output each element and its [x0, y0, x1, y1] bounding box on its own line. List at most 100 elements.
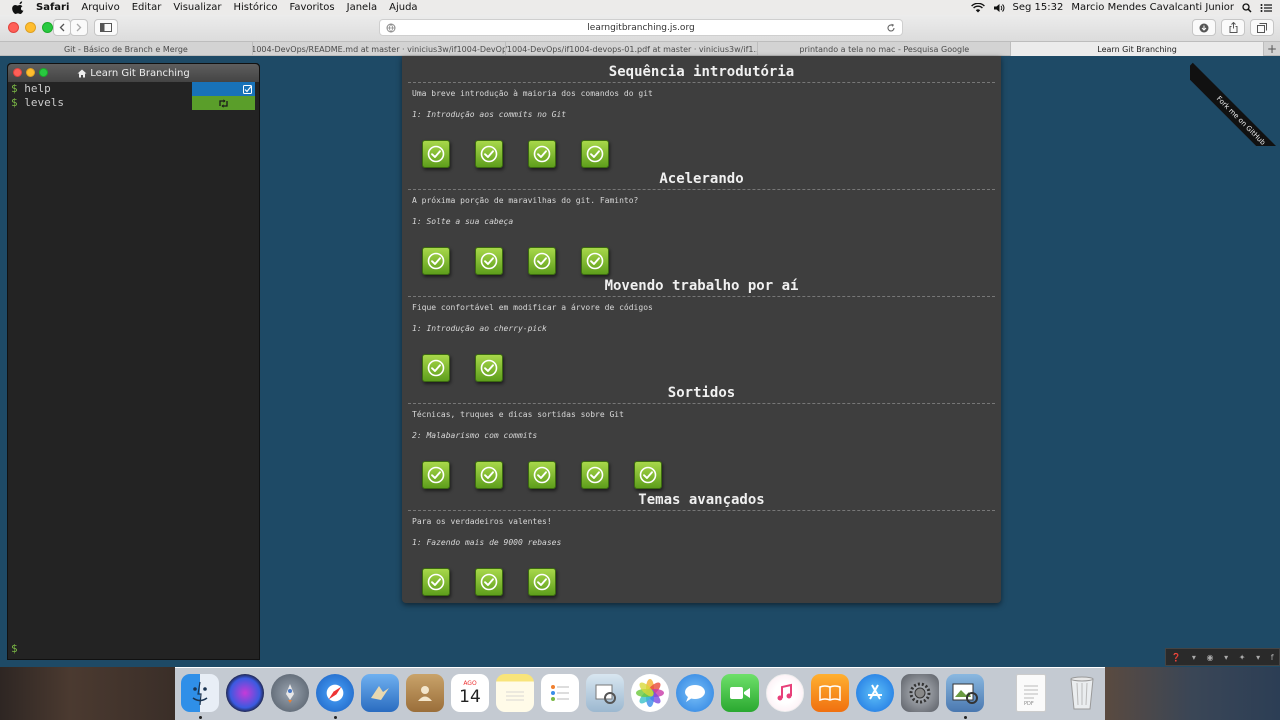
notification-center-icon[interactable]	[1260, 3, 1272, 13]
tab-readme[interactable]: if1004-DevOps/README.md at master · vini…	[253, 42, 506, 56]
spotlight-icon[interactable]	[1242, 2, 1252, 13]
level-button-completed[interactable]	[581, 140, 609, 168]
sequence-description: Para os verdadeiros valentes!	[412, 517, 552, 526]
launchpad-icon[interactable]	[271, 674, 309, 712]
clock[interactable]: Seg 15:32	[1013, 2, 1064, 13]
preview-icon[interactable]	[586, 674, 624, 712]
twitter-icon[interactable]: ✦	[1239, 653, 1246, 662]
level-button-completed[interactable]	[475, 140, 503, 168]
check-circle-icon	[533, 466, 551, 484]
level-button-completed[interactable]	[528, 140, 556, 168]
level-button-completed[interactable]	[422, 461, 450, 489]
calendar-day: 14	[459, 687, 481, 707]
running-indicator	[334, 716, 337, 719]
tab-google-search[interactable]: printando a tela no mac - Pesquisa Googl…	[758, 42, 1012, 56]
apple-icon[interactable]	[12, 0, 26, 15]
level-button-completed[interactable]	[422, 140, 450, 168]
reminders-icon[interactable]	[541, 674, 579, 712]
menu-favoritos[interactable]: Favoritos	[290, 2, 335, 13]
level-sequence: Temas avançados Para os verdadeiros valen…	[402, 489, 1001, 596]
notes-icon[interactable]	[496, 674, 534, 712]
wifi-icon[interactable]	[970, 2, 985, 13]
photo-viewer-icon[interactable]	[946, 674, 984, 712]
help-icon[interactable]: ❓	[1171, 653, 1181, 662]
level-button-completed[interactable]	[475, 461, 503, 489]
terminal-maximize-button[interactable]	[39, 68, 48, 77]
level-buttons	[422, 140, 609, 168]
level-button-completed[interactable]	[528, 568, 556, 596]
document-icon[interactable]: PDF	[1016, 674, 1046, 712]
level-button-completed[interactable]	[475, 247, 503, 275]
terminal-input-prompt[interactable]: $	[11, 642, 18, 655]
globe-icon[interactable]: ◉	[1207, 653, 1214, 662]
mail-icon[interactable]	[361, 674, 399, 712]
ibooks-icon[interactable]	[811, 674, 849, 712]
level-button-completed[interactable]	[422, 354, 450, 382]
tab-git-branch-merge[interactable]: Git - Básico de Branch e Merge	[0, 42, 253, 56]
minimize-window-button[interactable]	[25, 22, 36, 33]
level-button-completed[interactable]	[634, 461, 662, 489]
home-icon	[77, 69, 87, 77]
level-buttons	[422, 354, 503, 382]
fullscreen-window-button[interactable]	[42, 22, 53, 33]
sidebar-button[interactable]	[94, 19, 118, 36]
command-status-badge	[192, 82, 255, 96]
ribbon-label[interactable]: Fork me on GitHub	[1190, 62, 1280, 146]
back-button[interactable]	[53, 19, 71, 36]
menu-arquivo[interactable]: Arquivo	[81, 2, 119, 13]
user-name[interactable]: Marcio Mendes Cavalcanti Junior	[1071, 2, 1234, 13]
menu-ajuda[interactable]: Ajuda	[389, 2, 417, 13]
chevron-down-icon: ▾	[1256, 652, 1261, 662]
level-button-completed[interactable]	[581, 247, 609, 275]
check-circle-icon	[427, 573, 445, 591]
siri-icon[interactable]	[226, 674, 264, 712]
github-ribbon[interactable]: Fork me on GitHub	[1190, 56, 1280, 146]
tab-devops-pdf[interactable]: if1004-DevOps/if1004-devops-01.pdf at ma…	[506, 42, 759, 56]
chevron-down-icon: ▾	[1224, 652, 1229, 662]
facetime-icon[interactable]	[721, 674, 759, 712]
terminal-command-help[interactable]: $ help	[8, 82, 259, 96]
new-tab-button[interactable]: +	[1264, 42, 1280, 56]
sequence-description: Uma breve introdução à maioria dos coman…	[412, 89, 653, 98]
forward-button[interactable]	[70, 19, 88, 36]
terminal-minimize-button[interactable]	[26, 68, 35, 77]
terminal-command-levels[interactable]: $ levels	[8, 96, 259, 110]
level-button-completed[interactable]	[528, 247, 556, 275]
command-text: levels	[24, 96, 64, 109]
finder-icon[interactable]	[181, 674, 219, 712]
level-button-completed[interactable]	[581, 461, 609, 489]
facebook-icon[interactable]: f	[1271, 653, 1274, 662]
calendar-icon[interactable]: AGO 14	[451, 674, 489, 712]
messages-icon[interactable]	[676, 674, 714, 712]
level-button-completed[interactable]	[422, 568, 450, 596]
command-text: help	[24, 82, 51, 95]
tab-learn-git-branching[interactable]: Learn Git Branching	[1011, 42, 1264, 56]
terminal-close-button[interactable]	[13, 68, 22, 77]
itunes-icon[interactable]	[766, 674, 804, 712]
volume-icon[interactable]	[993, 3, 1005, 13]
system-preferences-icon[interactable]	[901, 674, 939, 712]
menu-editar[interactable]: Editar	[132, 2, 162, 13]
chevron-left-icon	[59, 23, 65, 32]
sequence-title: Sortidos	[408, 382, 995, 404]
level-button-completed[interactable]	[475, 568, 503, 596]
trash-icon[interactable]	[1063, 674, 1101, 712]
contacts-icon[interactable]	[406, 674, 444, 712]
address-bar[interactable]: learngitbranching.js.org	[379, 19, 903, 36]
reload-icon[interactable]	[886, 23, 896, 33]
level-button-completed[interactable]	[475, 354, 503, 382]
level-button-completed[interactable]	[422, 247, 450, 275]
safari-icon[interactable]	[316, 674, 354, 712]
menu-historico[interactable]: Histórico	[233, 2, 277, 13]
photos-icon[interactable]	[631, 674, 669, 712]
menu-safari[interactable]: Safari	[36, 2, 69, 13]
app-store-icon[interactable]	[856, 674, 894, 712]
share-button[interactable]	[1221, 19, 1245, 36]
close-window-button[interactable]	[8, 22, 19, 33]
level-buttons	[422, 461, 662, 489]
tab-overview-button[interactable]	[1250, 19, 1274, 36]
menu-visualizar[interactable]: Visualizar	[173, 2, 221, 13]
downloads-button[interactable]	[1192, 19, 1216, 36]
level-button-completed[interactable]	[528, 461, 556, 489]
menu-janela[interactable]: Janela	[347, 2, 377, 13]
